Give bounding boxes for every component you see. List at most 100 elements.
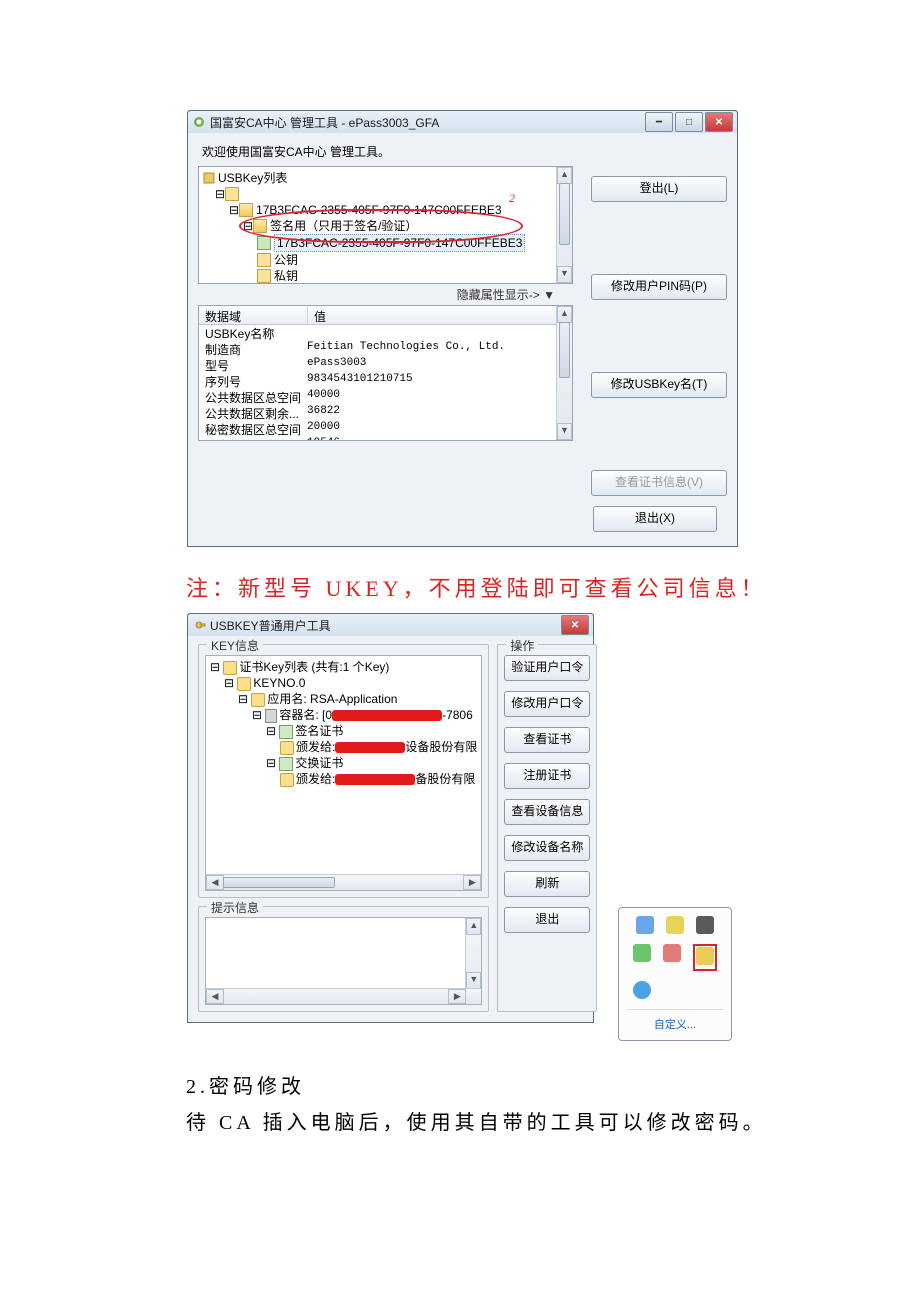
usbkey-tree[interactable]: USBKey列表 ⊟ ⊟ 17B3FCAC-2355-405F-97F0-147… bbox=[198, 166, 573, 284]
tree-node-pubkey[interactable]: 公钥 bbox=[274, 252, 298, 268]
horizontal-scrollbar[interactable]: ◀ ▶ bbox=[206, 988, 481, 1004]
group-hint-info: 提示信息 ▲ ▼ ◀ ▶ bbox=[198, 906, 489, 1012]
container-icon bbox=[265, 709, 277, 723]
shield-icon[interactable] bbox=[633, 981, 651, 999]
horizontal-scrollbar[interactable]: ◀ ▶ bbox=[206, 874, 481, 890]
scroll-thumb[interactable] bbox=[223, 877, 335, 888]
cert-key-tree[interactable]: ⊟ 证书Key列表 (共有:1 个Key) ⊟ KEYNO.0 ⊟ 应用名: R… bbox=[205, 655, 482, 891]
systray-popup[interactable]: 自定义... bbox=[618, 907, 732, 1041]
close-button[interactable]: ✕ bbox=[561, 615, 589, 635]
key-icon bbox=[257, 253, 271, 267]
hint-textbox: ▲ ▼ ◀ ▶ bbox=[205, 917, 482, 1005]
redaction bbox=[335, 742, 405, 753]
scroll-down-icon[interactable]: ▼ bbox=[466, 972, 481, 989]
window-title: 国富安CA中心 管理工具 - ePass3003_GFA bbox=[210, 114, 645, 131]
scroll-up-icon[interactable]: ▲ bbox=[466, 918, 481, 935]
tree-node-container[interactable]: 容器名: [0 bbox=[279, 708, 332, 722]
folder-icon bbox=[239, 203, 253, 217]
titlebar[interactable]: 国富安CA中心 管理工具 - ePass3003_GFA ━ □ ✕ bbox=[188, 111, 737, 133]
window-title: USBKEY普通用户工具 bbox=[210, 617, 561, 634]
key-icon bbox=[257, 269, 271, 283]
key-icon bbox=[280, 741, 294, 755]
change-pin-button[interactable]: 修改用户口令 bbox=[504, 691, 590, 717]
scroll-up-icon[interactable]: ▲ bbox=[557, 167, 572, 184]
redaction bbox=[332, 710, 442, 721]
tree-node-app[interactable]: 应用名: RSA-Application bbox=[267, 692, 397, 706]
monitor-icon[interactable] bbox=[696, 916, 714, 934]
group-key-info: KEY信息 ⊟ 证书Key列表 (共有:1 个Key) ⊟ KEYNO.0 ⊟ … bbox=[198, 644, 489, 898]
register-cert-button[interactable]: 注册证书 bbox=[504, 763, 590, 789]
change-pin-button[interactable]: 修改用户PIN码(P) bbox=[591, 274, 727, 300]
app-icon bbox=[192, 115, 206, 129]
table-row: 公共数据区总空间40000 bbox=[199, 389, 572, 405]
tree-node[interactable]: 17B3FCAC-2355-405F-97F0-147C00FFEBE3 bbox=[256, 202, 501, 218]
network-icon[interactable] bbox=[633, 944, 651, 962]
flag-icon[interactable] bbox=[663, 944, 681, 962]
table-row: 公共数据区剩余...36822 bbox=[199, 405, 572, 421]
tree-node-issued-to[interactable]: 颁发给: bbox=[296, 772, 335, 786]
scroll-right-icon[interactable]: ▶ bbox=[448, 989, 466, 1004]
logout-button[interactable]: 登出(L) bbox=[591, 176, 727, 202]
key-icon[interactable] bbox=[696, 947, 714, 965]
maximize-button[interactable]: □ bbox=[675, 112, 703, 132]
refresh-button[interactable]: 刷新 bbox=[504, 871, 590, 897]
scroll-thumb[interactable] bbox=[559, 322, 570, 378]
window-ca-tool: 国富安CA中心 管理工具 - ePass3003_GFA ━ □ ✕ 欢迎使用国… bbox=[187, 110, 738, 547]
tree-node-exchangecert[interactable]: 交换证书 bbox=[295, 756, 343, 770]
attrs-table: 数据域 值 USBKey名称 制造商Feitian Technologies C… bbox=[198, 305, 573, 441]
section-heading: 2.密码修改 bbox=[186, 1069, 920, 1105]
close-button[interactable]: ✕ bbox=[705, 112, 733, 132]
document-note-red: 注：新型号 UKEY，不用登陆即可查看公司信息！ bbox=[186, 571, 920, 603]
annotation-number: 2 bbox=[509, 191, 515, 206]
scroll-up-icon[interactable]: ▲ bbox=[557, 306, 572, 323]
tree-node-signing[interactable]: 签名用（只用于签名/验证） bbox=[270, 218, 417, 234]
minimize-button[interactable]: ━ bbox=[645, 112, 673, 132]
scroll-left-icon[interactable]: ◀ bbox=[206, 875, 224, 890]
column-header-key[interactable]: 数据域 bbox=[199, 306, 308, 324]
verify-pin-button[interactable]: 验证用户口令 bbox=[504, 655, 590, 681]
exit-button[interactable]: 退出 bbox=[504, 907, 590, 933]
table-row: 序列号9834543101210715 bbox=[199, 373, 572, 389]
column-header-value[interactable]: 值 bbox=[308, 306, 572, 324]
tree-node[interactable]: 证书Key列表 (共有:1 个Key) bbox=[239, 660, 389, 674]
titlebar[interactable]: USBKEY普通用户工具 ✕ bbox=[188, 614, 593, 636]
key-icon bbox=[251, 693, 265, 707]
key-icon bbox=[192, 618, 206, 632]
view-device-button[interactable]: 查看设备信息 bbox=[504, 799, 590, 825]
hide-attrs-toggle[interactable]: 隐藏属性显示-> ▼ bbox=[198, 284, 573, 305]
exit-button[interactable]: 退出(X) bbox=[593, 506, 717, 532]
table-row: 秘密数据区总空间20000 bbox=[199, 421, 572, 437]
view-cert-button[interactable]: 查看证书 bbox=[504, 727, 590, 753]
tree-node-privkey[interactable]: 私钥 bbox=[274, 268, 298, 284]
vertical-scrollbar[interactable]: ▲ ▼ bbox=[556, 167, 572, 283]
scroll-down-icon[interactable]: ▼ bbox=[557, 423, 572, 440]
scroll-left-icon[interactable]: ◀ bbox=[206, 989, 224, 1004]
tree-node-cert-selected[interactable]: 17B3FCAC-2355-405F-97F0-147C00FFEBE3 bbox=[274, 234, 525, 252]
window-usbkey-usertool: USBKEY普通用户工具 ✕ KEY信息 ⊟ 证书Key列表 (共有:1 个Ke… bbox=[187, 613, 594, 1023]
vertical-scrollbar[interactable]: ▲ ▼ bbox=[556, 306, 572, 440]
table-row: 制造商Feitian Technologies Co., Ltd. bbox=[199, 341, 572, 357]
tree-node-signcert[interactable]: 签名证书 bbox=[295, 724, 343, 738]
group-legend: 操作 bbox=[506, 637, 538, 654]
keychain-icon bbox=[203, 172, 215, 184]
tree-root[interactable]: USBKey列表 bbox=[218, 170, 287, 186]
tree-node-issued-to[interactable]: 颁发给: bbox=[296, 740, 335, 754]
key-icon bbox=[280, 773, 294, 787]
scroll-right-icon[interactable]: ▶ bbox=[463, 875, 481, 890]
table-row: 型号ePass3003 bbox=[199, 357, 572, 373]
scroll-down-icon[interactable]: ▼ bbox=[557, 266, 572, 283]
rename-key-button[interactable]: 修改USBKey名(T) bbox=[591, 372, 727, 398]
key-icon[interactable] bbox=[666, 916, 684, 934]
redaction bbox=[335, 774, 415, 785]
scroll-thumb[interactable] bbox=[559, 183, 570, 245]
tray-customize-link[interactable]: 自定义... bbox=[627, 1009, 723, 1032]
rename-device-button[interactable]: 修改设备名称 bbox=[504, 835, 590, 861]
printer-icon[interactable] bbox=[636, 916, 654, 934]
tree-node[interactable]: KEYNO.0 bbox=[253, 676, 305, 690]
annotation-highlight bbox=[693, 944, 717, 971]
table-row: USBKey名称 bbox=[199, 325, 572, 341]
table-row: 秘密数据区剩余...19546 bbox=[199, 437, 572, 441]
usb-icon bbox=[225, 187, 239, 201]
key-icon bbox=[237, 677, 251, 691]
group-legend: 提示信息 bbox=[207, 899, 263, 916]
